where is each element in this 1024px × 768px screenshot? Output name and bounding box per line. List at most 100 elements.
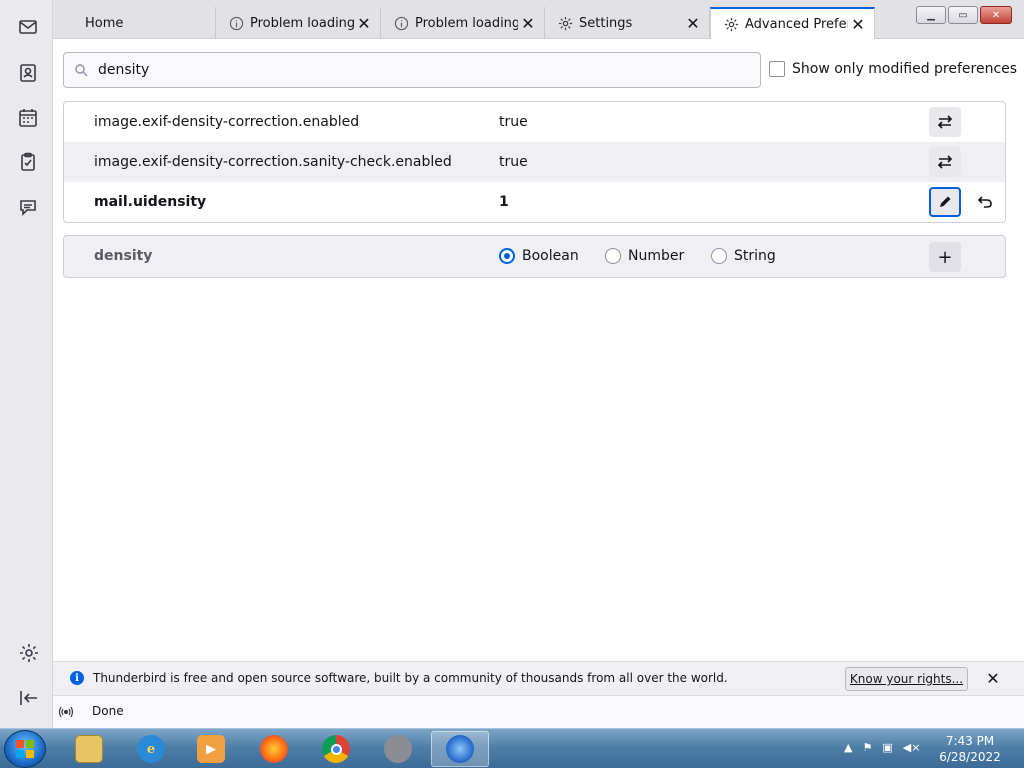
tab-settings[interactable]: Settings ✕ [545,7,710,39]
status-bar: Done [53,695,1024,728]
radio-button[interactable] [499,248,515,264]
edit-icon [940,196,951,207]
system-tray: ▲ ⚑ ▣ ◀× [844,741,920,754]
raccoon-icon [384,735,412,763]
show-modified-label: Show only modified preferences [792,61,1018,77]
info-icon [228,15,244,31]
tab-bar: Home Problem loading pa ✕ Problem loadin… [53,0,1024,39]
tab-title: Problem loading pa [250,15,354,31]
taskbar-file-explorer[interactable] [60,731,118,767]
taskbar-raccoon-app[interactable] [369,731,427,767]
toggle-button[interactable] [929,107,961,137]
thunderbird-icon [446,735,474,763]
spaces-toolbar [0,0,53,728]
add-preference-button[interactable]: + [929,242,961,272]
gear-icon [723,16,739,32]
checkbox[interactable] [769,61,785,77]
tab-home[interactable]: Home [73,7,216,39]
folder-icon [75,735,103,763]
radio-boolean[interactable]: Boolean [499,248,579,264]
chrome-icon [322,735,350,763]
windows-logo-icon [16,740,34,758]
media-player-icon: ▶ [197,735,225,763]
tab-title: Home [85,15,124,31]
address-book-icon[interactable] [16,61,40,85]
tab-title: Settings [579,15,633,31]
new-preference-row: density Boolean Number String + [63,235,1006,278]
start-button[interactable] [4,730,46,768]
tab-advanced-preferences[interactable]: Advanced Preferen ✕ [710,7,875,39]
pref-name: image.exif-density-correction.sanity-che… [94,154,452,170]
status-text: Done [92,704,124,718]
toggle-button[interactable] [929,147,961,177]
gear-icon [557,15,573,31]
show-hidden-icons-icon[interactable]: ▲ [844,741,852,754]
settings-gear-icon[interactable] [18,642,40,664]
pref-value: true [499,154,528,170]
chat-icon[interactable] [16,195,40,219]
maximize-button[interactable]: ▭ [948,6,978,24]
clock-date: 6/28/2022 [939,750,1001,764]
search-box[interactable] [63,52,761,88]
advanced-preferences-page: Show only modified preferences image.exi… [53,39,1024,661]
clock[interactable]: 7:43 PM 6/28/2022 [930,733,1010,765]
radio-string[interactable]: String [711,248,776,264]
pref-name: mail.uidensity [94,194,207,210]
close-tab-icon[interactable]: ✕ [354,13,374,33]
notification-bar: i Thunderbird is free and open source so… [53,661,1024,695]
notification-message: Thunderbird is free and open source soft… [93,671,728,685]
collapse-spaces-icon[interactable] [18,687,40,709]
pref-row: image.exif-density-correction.sanity-che… [64,142,1005,182]
tasks-icon[interactable] [16,150,40,174]
close-window-button[interactable]: ✕ [980,6,1012,24]
radio-label: Boolean [522,248,579,264]
network-icon[interactable]: ▣ [882,741,892,754]
close-notification-icon[interactable]: ✕ [983,668,1003,688]
pref-value: true [499,114,528,130]
firefox-icon [260,735,288,763]
tab-title: Problem loading pa [415,15,518,31]
taskbar-internet-explorer[interactable]: e [122,731,180,767]
tab-problem-loading-1[interactable]: Problem loading pa ✕ [216,7,381,39]
toggle-icon [937,155,953,169]
pref-name: image.exif-density-correction.enabled [94,114,360,130]
radio-number[interactable]: Number [605,248,684,264]
undo-icon [977,196,992,208]
internet-explorer-icon: e [137,735,165,763]
info-icon: i [70,671,84,685]
pref-row-modified: mail.uidensity 1 [64,182,1005,222]
close-tab-icon[interactable]: ✕ [518,13,538,33]
preferences-table: image.exif-density-correction.enabled tr… [63,101,1006,223]
close-tab-icon[interactable]: ✕ [683,13,703,33]
edit-button[interactable] [929,187,961,217]
tab-title: Advanced Preferen [745,16,848,32]
know-your-rights-button[interactable]: Know your rights... [845,667,968,691]
info-icon [393,15,409,31]
mail-icon[interactable] [16,15,40,39]
search-input[interactable] [98,62,698,78]
search-icon [75,64,88,77]
action-center-flag-icon[interactable]: ⚑ [862,741,872,754]
toggle-icon [937,115,953,129]
show-modified-checkbox[interactable]: Show only modified preferences [769,61,1017,77]
window-controls: ▁ ▭ ✕ [916,6,1012,24]
reset-button[interactable] [969,187,1001,217]
pref-row: image.exif-density-correction.enabled tr… [64,102,1005,142]
radio-button[interactable] [605,248,621,264]
volume-muted-icon[interactable]: ◀× [903,741,921,754]
taskbar-chrome[interactable] [307,731,365,767]
new-pref-name: density [94,248,153,264]
radio-label: String [734,248,776,264]
taskbar: e ▶ ▲ ⚑ ▣ ◀× 7:43 PM 6/28/2022 [0,728,1024,768]
taskbar-firefox[interactable] [245,731,303,767]
taskbar-thunderbird[interactable] [431,731,489,767]
taskbar-media-player[interactable]: ▶ [182,731,240,767]
close-tab-icon[interactable]: ✕ [848,14,868,34]
online-status-icon[interactable] [58,704,74,720]
calendar-icon[interactable] [16,106,40,130]
radio-button[interactable] [711,248,727,264]
clock-time: 7:43 PM [945,734,995,748]
radio-label: Number [628,248,685,264]
minimize-button[interactable]: ▁ [916,6,946,24]
tab-problem-loading-2[interactable]: Problem loading pa ✕ [381,7,545,39]
